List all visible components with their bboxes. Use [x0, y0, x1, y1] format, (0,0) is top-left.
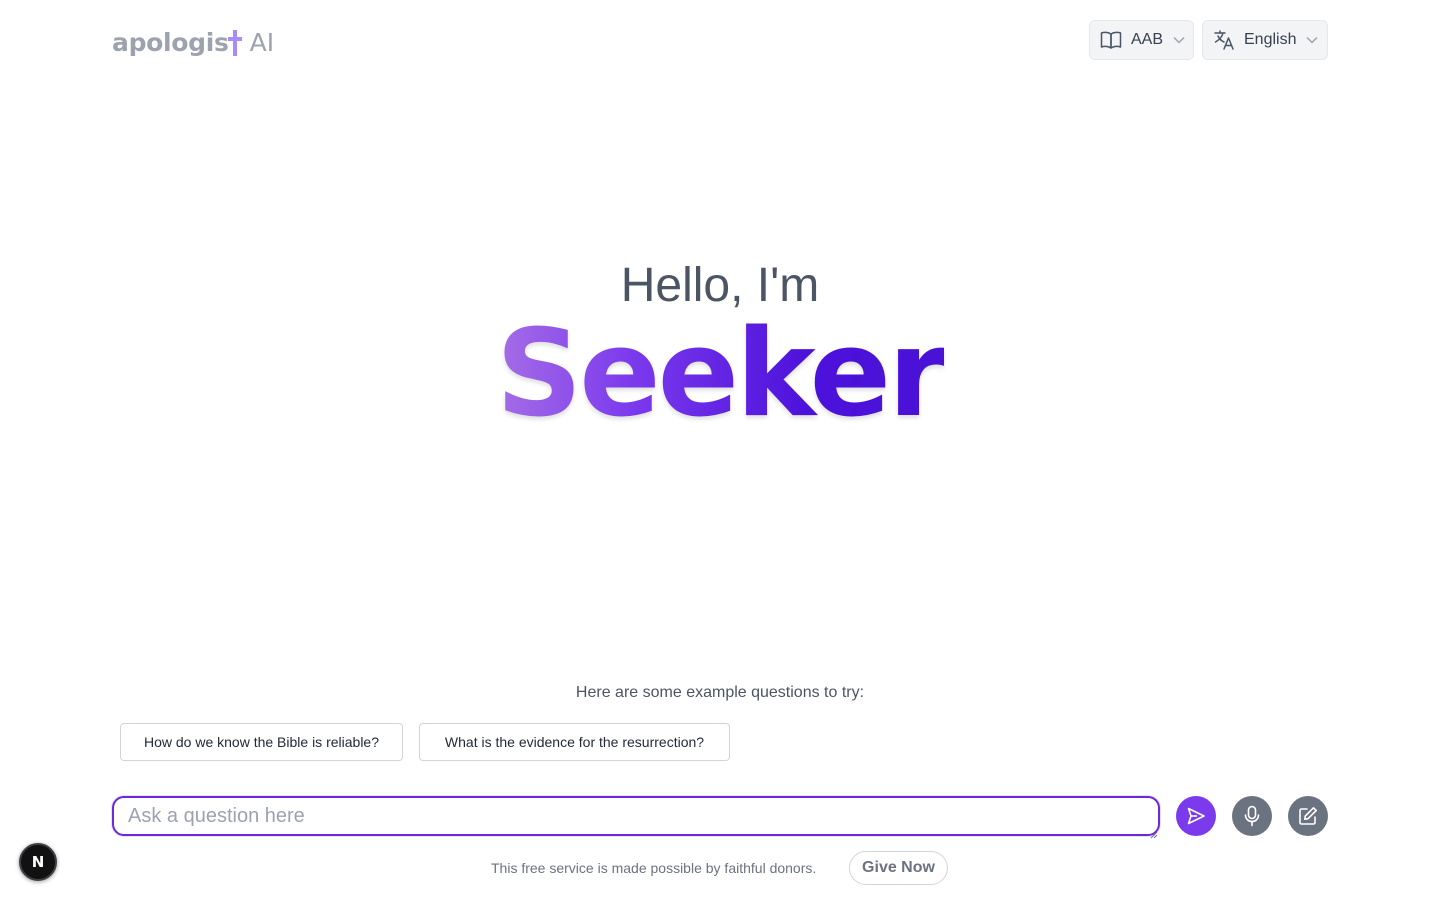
- microphone-icon: [1242, 805, 1262, 827]
- chevron-down-icon: [1306, 36, 1319, 44]
- bible-version-selector[interactable]: AAB: [1089, 20, 1194, 60]
- translate-icon: [1213, 29, 1235, 51]
- resize-grip-icon[interactable]: [1150, 826, 1158, 844]
- send-button[interactable]: [1176, 796, 1216, 836]
- page: apologis AI AAB English Hello, I'm Seeke…: [0, 0, 1440, 900]
- app-logo[interactable]: apologis AI: [112, 22, 274, 58]
- example-question-button[interactable]: How do we know the Bible is reliable?: [120, 723, 403, 761]
- question-input[interactable]: [112, 796, 1160, 836]
- donor-note: This free service is made possible by fa…: [491, 860, 817, 876]
- dev-badge-letter: N: [31, 853, 45, 871]
- new-chat-button[interactable]: [1288, 796, 1328, 836]
- language-selector[interactable]: English: [1202, 20, 1328, 60]
- voice-input-button[interactable]: [1232, 796, 1272, 836]
- logo-suffix: AI: [249, 28, 275, 57]
- cross-icon: [227, 28, 242, 58]
- dev-tools-badge[interactable]: N: [19, 843, 57, 881]
- bible-version-label: AAB: [1131, 31, 1164, 48]
- send-icon: [1186, 806, 1206, 826]
- language-label: English: [1244, 31, 1297, 48]
- edit-icon: [1298, 806, 1318, 826]
- give-now-button[interactable]: Give Now: [849, 851, 948, 885]
- logo-word: apologis: [112, 28, 229, 57]
- example-question-button[interactable]: What is the evidence for the resurrectio…: [419, 723, 730, 761]
- examples-heading: Here are some example questions to try:: [575, 684, 865, 701]
- assistant-name-text: Seeker: [495, 305, 947, 444]
- hero-assistant-name: Seeker: [0, 310, 1440, 440]
- book-open-icon: [1100, 29, 1122, 51]
- chevron-down-icon: [1173, 36, 1185, 44]
